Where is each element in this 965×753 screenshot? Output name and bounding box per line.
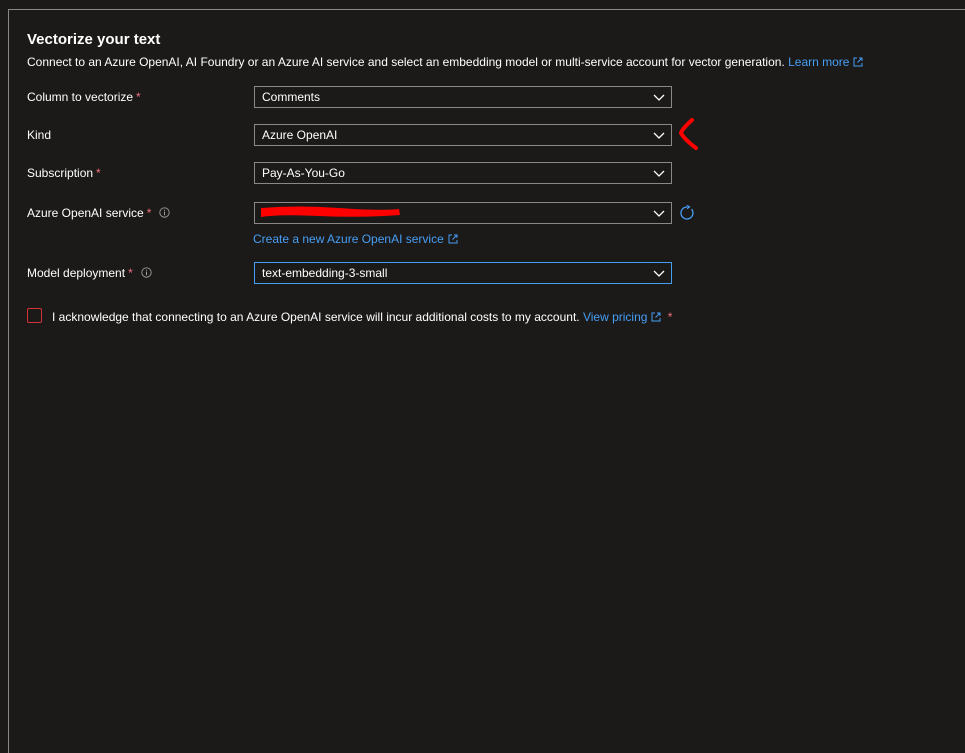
chevron-down-icon bbox=[653, 132, 665, 139]
column-to-vectorize-row: Column to vectorize * Comments bbox=[27, 86, 947, 108]
column-to-vectorize-label: Column to vectorize * bbox=[27, 90, 141, 104]
dropdown-value: Azure OpenAI bbox=[262, 128, 338, 142]
azure-openai-service-row: Azure OpenAI service * bbox=[27, 202, 947, 224]
refresh-icon[interactable] bbox=[679, 205, 695, 221]
external-link-icon bbox=[448, 234, 458, 244]
external-link-icon bbox=[853, 57, 863, 67]
kind-dropdown[interactable]: Azure OpenAI bbox=[254, 124, 672, 146]
page-description: Connect to an Azure OpenAI, AI Foundry o… bbox=[27, 55, 863, 69]
kind-row: Kind Azure OpenAI bbox=[27, 124, 947, 146]
required-marker: * bbox=[136, 90, 141, 104]
annotation-arrow-mark bbox=[678, 118, 698, 150]
view-pricing-link[interactable]: View pricing bbox=[583, 310, 661, 324]
chevron-down-icon bbox=[653, 210, 665, 217]
chevron-down-icon bbox=[653, 270, 665, 277]
column-to-vectorize-dropdown[interactable]: Comments bbox=[254, 86, 672, 108]
panel-top-border bbox=[8, 9, 965, 10]
dropdown-value: Comments bbox=[262, 90, 321, 104]
external-link-icon bbox=[651, 312, 661, 322]
acknowledge-row: I acknowledge that connecting to an Azur… bbox=[27, 307, 947, 327]
acknowledge-label: I acknowledge that connecting to an Azur… bbox=[52, 310, 672, 324]
info-icon[interactable] bbox=[159, 207, 171, 218]
view-pricing-label: View pricing bbox=[582, 310, 648, 324]
azure-openai-service-dropdown[interactable] bbox=[254, 202, 672, 224]
kind-label: Kind bbox=[27, 128, 52, 142]
dropdown-value: Pay-As-You-Go bbox=[262, 166, 345, 180]
panel-left-border bbox=[8, 9, 9, 753]
required-marker: * bbox=[128, 266, 133, 280]
learn-more-link[interactable]: Learn more bbox=[788, 55, 863, 69]
required-marker: * bbox=[146, 206, 152, 220]
acknowledge-checkbox[interactable] bbox=[27, 308, 42, 323]
redaction-mark bbox=[261, 206, 400, 217]
required-marker: * bbox=[96, 166, 101, 180]
create-link-label: Create a new Azure OpenAI service bbox=[253, 232, 444, 246]
model-deployment-row: Model deployment * text-embedding-3-small bbox=[27, 262, 947, 284]
create-azure-openai-service-link[interactable]: Create a new Azure OpenAI service bbox=[253, 232, 458, 246]
azure-openai-service-label: Azure OpenAI service * bbox=[27, 206, 171, 220]
dropdown-value: text-embedding-3-small bbox=[262, 266, 388, 280]
required-marker: * bbox=[667, 310, 673, 324]
learn-more-label: Learn more bbox=[788, 55, 850, 69]
description-text: Connect to an Azure OpenAI, AI Foundry o… bbox=[27, 55, 785, 69]
subscription-row: Subscription * Pay-As-You-Go bbox=[27, 162, 947, 184]
info-icon[interactable] bbox=[141, 267, 152, 278]
subscription-dropdown[interactable]: Pay-As-You-Go bbox=[254, 162, 672, 184]
model-deployment-label: Model deployment * bbox=[27, 266, 152, 280]
model-deployment-dropdown[interactable]: text-embedding-3-small bbox=[254, 262, 672, 284]
subscription-label: Subscription * bbox=[27, 166, 101, 180]
chevron-down-icon bbox=[653, 170, 665, 177]
chevron-down-icon bbox=[653, 94, 665, 101]
acknowledge-text: I acknowledge that connecting to an Azur… bbox=[52, 310, 580, 324]
page-title: Vectorize your text bbox=[27, 31, 161, 48]
